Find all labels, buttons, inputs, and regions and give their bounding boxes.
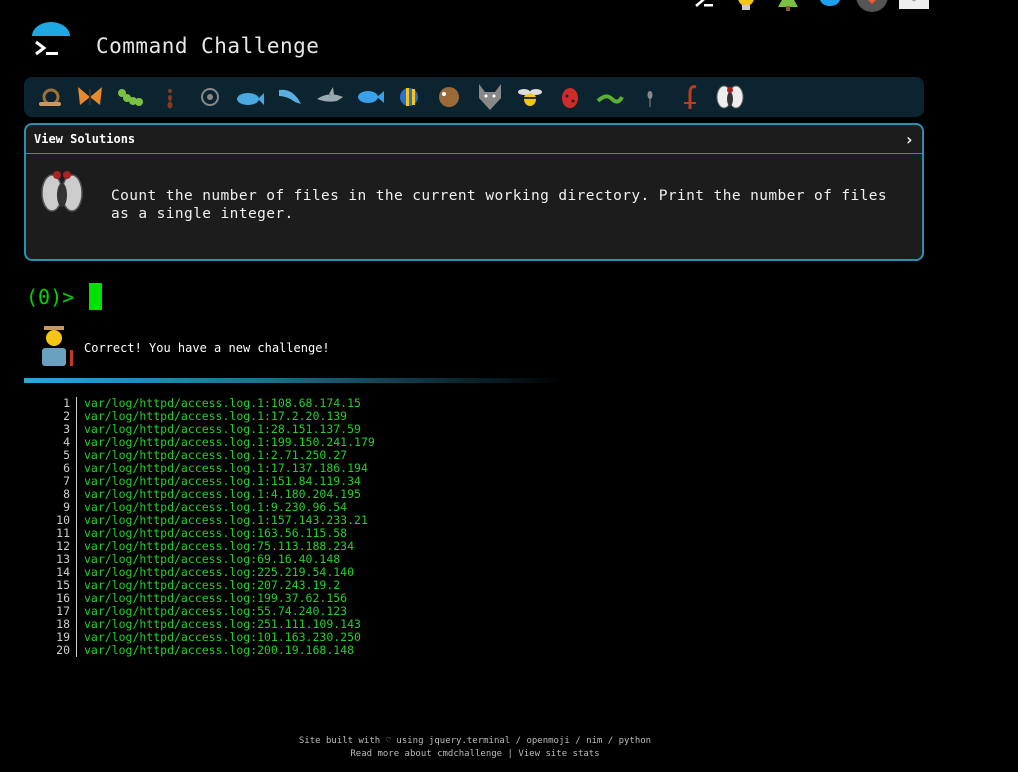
bee-icon[interactable]	[510, 77, 550, 117]
brave-icon[interactable]	[856, 0, 888, 12]
shell-icon[interactable]	[190, 77, 230, 117]
output-line: 20 var/log/httpd/access.log:200.19.168.14…	[40, 644, 375, 657]
page-title: Command Challenge	[96, 34, 320, 58]
line-number: 6	[40, 462, 77, 475]
logo-icon[interactable]	[28, 22, 74, 66]
line-text: var/log/httpd/access.log:200.19.168.148	[84, 643, 355, 657]
tropical-fish-icon[interactable]	[390, 77, 430, 117]
terminal-input-cursor[interactable]	[89, 283, 102, 310]
lightbulb-icon[interactable]	[730, 0, 762, 12]
fly-icon[interactable]	[710, 77, 750, 117]
line-number: 8	[40, 488, 77, 501]
footer: Site built with ♡ using jquery.terminal …	[0, 735, 950, 761]
chevron-right-icon: ›	[904, 129, 914, 149]
challenge-description: Count the number of files in the current…	[111, 188, 888, 222]
line-number: 5	[40, 449, 77, 462]
line-number: 7	[40, 475, 77, 488]
snail-icon[interactable]	[30, 77, 70, 117]
top-icons	[688, 0, 930, 12]
status-message: Correct! You have a new challenge!	[84, 341, 330, 355]
ant-icon[interactable]	[150, 77, 190, 117]
line-number: 3	[40, 423, 77, 436]
line-number: 2	[40, 410, 77, 423]
divider	[24, 378, 564, 383]
worm-icon[interactable]	[590, 77, 630, 117]
line-number: 4	[40, 436, 77, 449]
terminal-icon[interactable]	[688, 0, 720, 12]
mosquito-icon[interactable]	[630, 77, 670, 117]
farmer-avatar-icon	[36, 324, 78, 368]
pufferfish-icon[interactable]	[430, 77, 470, 117]
line-number: 1	[40, 397, 77, 410]
terminal-output: 1 var/log/httpd/access.log.1:108.68.174.1…	[40, 397, 375, 657]
caterpillar-icon[interactable]	[110, 77, 150, 117]
line-number: 20	[40, 644, 77, 657]
butterfly-icon[interactable]	[70, 77, 110, 117]
fish-icon[interactable]	[350, 77, 390, 117]
twitter-icon[interactable]	[814, 0, 846, 12]
footer-links[interactable]: Read more about cmdchallenge | View site…	[0, 748, 950, 761]
footer-credits[interactable]: Site built with ♡ using jquery.terminal …	[0, 735, 950, 748]
scorpion-icon[interactable]	[670, 77, 710, 117]
dolphin-icon[interactable]	[270, 77, 310, 117]
shark-icon[interactable]	[310, 77, 350, 117]
ladybug-icon[interactable]	[550, 77, 590, 117]
view-solutions-toggle[interactable]: View Solutions ›	[26, 125, 922, 154]
terminal-prompt: (0)>	[26, 285, 75, 309]
tree-icon[interactable]	[772, 0, 804, 12]
challenge-panel: View Solutions › Count the number of fil…	[24, 123, 924, 261]
wolf-icon[interactable]	[470, 77, 510, 117]
whale-icon[interactable]	[230, 77, 270, 117]
challenge-icon-bar	[24, 77, 924, 117]
view-solutions-label: View Solutions	[34, 132, 136, 146]
fly-icon	[38, 167, 86, 217]
mail-icon[interactable]	[898, 0, 930, 12]
